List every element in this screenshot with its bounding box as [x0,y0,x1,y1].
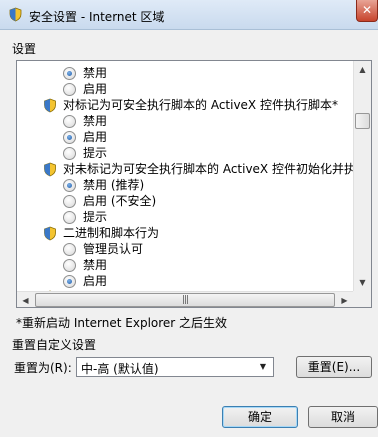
setting-category-label: 对未标记为可安全执行脚本的 ActiveX 控件初始化并执行 [63,162,353,176]
setting-category-label: 对标记为可安全执行脚本的 ActiveX 控件执行脚本* [63,98,338,112]
radio-dot-icon [67,135,72,140]
radio-button[interactable] [63,195,76,208]
setting-option-label: 管理员认可 [83,242,144,256]
chevron-down-icon[interactable]: ▼ [255,359,271,375]
setting-option-label: 启用 [83,130,108,144]
close-button[interactable]: ✕ [356,0,378,22]
radio-dot-icon [67,183,72,188]
setting-option-label: 启用 [83,274,108,288]
scroll-right-arrow-icon[interactable]: ▶ [336,292,353,307]
setting-option-label: 提示 [83,146,108,160]
setting-option-label: 启用 [83,82,108,96]
radio-button[interactable] [63,67,76,80]
settings-shield-icon [44,226,56,241]
setting-option-label: 禁用 [83,114,108,128]
setting-option-label: 禁用 [83,258,108,272]
restart-note: *重新启动 Internet Explorer 之后生效 [16,316,228,330]
reset-level-value: 中-高 (默认值) [81,362,159,376]
radio-dot-icon [67,71,72,76]
setting-option-label: 启用 (不安全) [83,194,157,208]
radio-button[interactable] [63,243,76,256]
radio-button[interactable] [63,147,76,160]
radio-button[interactable] [63,131,76,144]
security-shield-icon [9,7,22,22]
reset-level-select[interactable]: 中-高 (默认值) ▼ [76,357,274,377]
horizontal-scroll-thumb[interactable]: ||| [35,293,335,307]
title-bar: 安全设置 - Internet 区域 ✕ [0,0,378,30]
vertical-scrollbar[interactable]: ▲ ▼ [353,61,371,291]
scroll-up-arrow-icon[interactable]: ▲ [354,61,371,78]
radio-button[interactable] [63,115,76,128]
setting-option-label: 提示 [83,210,108,224]
radio-button[interactable] [63,211,76,224]
vertical-scroll-thumb[interactable] [355,113,370,129]
horizontal-scrollbar[interactable]: ◀ ||| ▶ [17,291,353,307]
settings-list[interactable]: 禁用 启用 对标记为可安全执行脚本的 ActiveX 控件执行脚本* 禁用 启用 提示 对未… [16,60,372,308]
reset-group-label: 重置自定义设置 [12,338,97,352]
ok-button[interactable]: 确定 [222,406,298,428]
scroll-left-arrow-icon[interactable]: ◀ [17,292,34,307]
reset-to-label: 重置为(R): [14,361,72,375]
settings-shield-icon [44,98,56,113]
setting-option-label: 禁用 [83,66,108,80]
settings-rows: 禁用 启用 对标记为可安全执行脚本的 ActiveX 控件执行脚本* 禁用 启用 提示 对未… [17,61,353,291]
settings-shield-icon [44,162,56,177]
setting-category-label: 二进制和脚本行为 [63,226,160,240]
radio-button[interactable] [63,83,76,96]
setting-option-label: 禁用 (推荐) [83,178,145,192]
radio-button[interactable] [63,259,76,272]
reset-button[interactable]: 重置(E)... [296,356,372,378]
radio-dot-icon [67,279,72,284]
settings-group-label: 设置 [12,42,37,56]
scroll-down-arrow-icon[interactable]: ▼ [354,274,371,291]
radio-button[interactable] [63,275,76,288]
radio-button[interactable] [63,179,76,192]
window-title: 安全设置 - Internet 区域 [29,10,165,24]
scrollbar-corner [353,291,371,307]
cancel-button[interactable]: 取消 [308,406,378,428]
